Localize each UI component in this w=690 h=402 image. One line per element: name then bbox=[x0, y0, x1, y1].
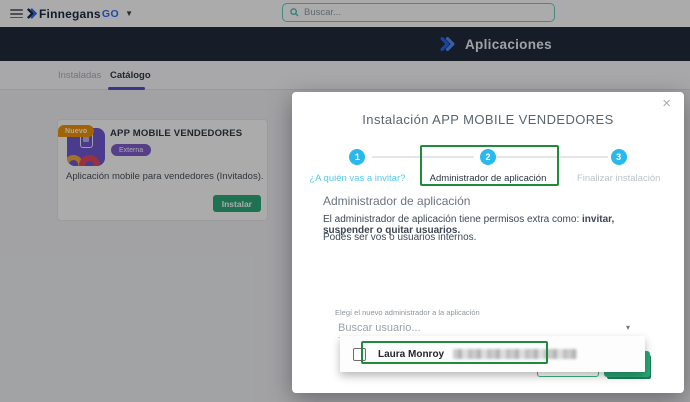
steps-row: 1 ¿A quién vas a invitar? 2 Administrado… bbox=[292, 145, 684, 184]
step-1-circle: 1 bbox=[349, 149, 365, 165]
user-select-placeholder: Buscar usuario... bbox=[338, 322, 421, 334]
user-dropdown-panel: Laura Monroy bbox=[340, 336, 645, 372]
section-heading: Administrador de aplicación bbox=[323, 194, 470, 208]
user-search-select[interactable]: Buscar usuario... ▾ bbox=[338, 318, 630, 338]
user-email-redacted bbox=[453, 349, 577, 359]
step-admin[interactable]: 2 Administrador de aplicación bbox=[423, 145, 554, 184]
note-text: Podés ser vos o usuarios internos. bbox=[323, 232, 663, 243]
close-icon[interactable]: × bbox=[662, 96, 671, 111]
select-caret-icon: ▾ bbox=[626, 323, 630, 332]
step-2-label: Administrador de aplicación bbox=[430, 173, 547, 184]
user-option-row[interactable]: Laura Monroy bbox=[340, 336, 645, 372]
user-name: Laura Monroy bbox=[378, 349, 444, 360]
step-finish[interactable]: 3 Finalizar instalación bbox=[553, 145, 684, 184]
step-1-label: ¿A quién vas a invitar? bbox=[309, 173, 405, 184]
step-3-circle: 3 bbox=[611, 149, 627, 165]
installation-modal: × Instalación APP MOBILE VENDEDORES 1 ¿A… bbox=[292, 92, 684, 393]
permissions-text-normal: El administrador de aplicación tiene per… bbox=[323, 214, 582, 225]
step-3-label: Finalizar instalación bbox=[577, 173, 660, 184]
admin-field-label: Elegí el nuevo administrador a la aplica… bbox=[335, 308, 480, 317]
step-2-circle: 2 bbox=[480, 149, 496, 165]
user-checkbox[interactable] bbox=[353, 348, 366, 361]
app-screen: Finnegans GO ▼ Aplicaciones Instaladas C… bbox=[0, 0, 690, 402]
modal-title: Instalación APP MOBILE VENDEDORES bbox=[292, 112, 684, 127]
step-invite[interactable]: 1 ¿A quién vas a invitar? bbox=[292, 145, 423, 184]
stepper: 1 ¿A quién vas a invitar? 2 Administrado… bbox=[292, 145, 684, 187]
